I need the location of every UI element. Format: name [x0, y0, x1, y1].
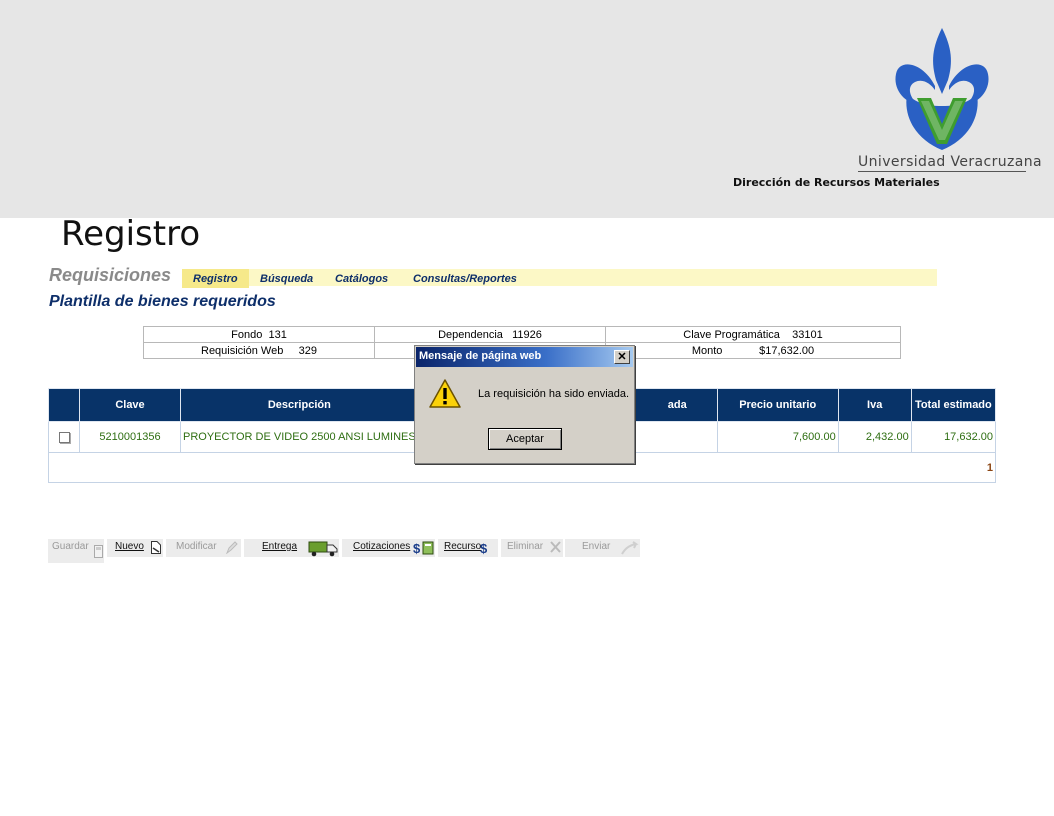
row-select-cell[interactable]: [48, 421, 80, 453]
clave-programatica-value: 33101: [792, 328, 823, 341]
dollar-calculator-icon: $: [413, 541, 434, 555]
dependencia-value: 11926: [512, 328, 542, 341]
entrega-label: Entrega: [262, 541, 298, 552]
fondo-value: 131: [268, 328, 287, 341]
total-cell: 17,632.00: [910, 421, 997, 453]
eliminar-button[interactable]: Eliminar: [501, 539, 563, 557]
department-name: Dirección de Recursos Materiales: [733, 176, 940, 189]
iva-cell: 2,432.00: [837, 421, 912, 453]
monto-label: Monto: [691, 344, 723, 357]
clave-cell: 5210001356: [79, 421, 181, 453]
guardar-button[interactable]: Guardar: [48, 539, 104, 563]
action-toolbar: Guardar Nuevo Modificar Entrega Cotizaci…: [48, 539, 648, 563]
tab-registro[interactable]: Registro: [182, 269, 249, 288]
svg-text:$: $: [413, 541, 421, 555]
eliminar-label: Eliminar: [507, 541, 544, 552]
page-title: Registro: [61, 214, 201, 254]
tab-consultas-reportes[interactable]: Consultas/Reportes: [413, 269, 517, 288]
section-title: Requisiciones: [49, 265, 172, 285]
recurso-button[interactable]: Recurso $: [438, 539, 498, 557]
modificar-button[interactable]: Modificar: [166, 539, 241, 557]
close-icon[interactable]: ✕: [614, 350, 630, 364]
entrega-button[interactable]: Entrega: [244, 539, 339, 557]
disk-icon: [94, 545, 103, 558]
clave-programatica-cell: Clave Programática 33101: [605, 326, 901, 343]
cotizaciones-label: Cotizaciones: [353, 541, 411, 552]
nuevo-label: Nuevo: [115, 541, 144, 552]
col-header-total-estimado: Total estimado: [910, 388, 997, 422]
dependencia-label: Dependencia: [438, 328, 503, 341]
subtitle: Plantilla de bienes requeridos: [49, 293, 276, 310]
col-header-clave: Clave: [79, 388, 181, 422]
precio-cell: 7,600.00: [716, 421, 839, 453]
col-header-precio-unitario: Precio unitario: [716, 388, 839, 422]
cotizaciones-button[interactable]: Cotizaciones $: [342, 539, 435, 557]
fondo-label: Fondo: [231, 328, 263, 341]
pencil-icon: [226, 541, 238, 554]
aceptar-button[interactable]: Aceptar: [488, 428, 562, 450]
requisicion-web-value: 329: [298, 344, 317, 357]
truck-icon: [308, 541, 338, 557]
x-icon: [550, 541, 561, 553]
tab-busqueda[interactable]: Búsqueda: [260, 269, 313, 288]
new-document-icon: [151, 541, 161, 554]
col-header-select: [48, 388, 80, 422]
col-header-descripcion: Descripción: [180, 388, 419, 422]
send-arrow-icon: [621, 541, 639, 555]
university-name: Universidad Veracruzana: [858, 154, 1042, 172]
fondo-cell: Fondo 131: [143, 326, 375, 343]
dollar-icon: $: [480, 541, 488, 555]
university-logo-icon: [895, 28, 989, 150]
descripcion-cell: PROYECTOR DE VIDEO 2500 ANSI LUMINES: [180, 421, 419, 453]
requisicion-web-label: Requisición Web: [201, 344, 284, 357]
guardar-label: Guardar: [52, 541, 89, 552]
row-checkbox[interactable]: [58, 431, 70, 443]
recurso-label: Recurso: [444, 541, 482, 552]
monto-value: $17,632.00: [759, 344, 815, 357]
modificar-label: Modificar: [176, 541, 217, 552]
dialog-message: La requisición ha sido enviada.: [478, 388, 630, 400]
requisicion-web-cell: Requisición Web 329: [143, 342, 375, 359]
tab-catalogos[interactable]: Catálogos: [335, 269, 388, 288]
clave-programatica-label: Clave Programática: [683, 328, 780, 341]
dialog-title-bar[interactable]: Mensaje de página web ✕: [416, 347, 633, 367]
svg-text:$: $: [480, 541, 488, 555]
enviar-button[interactable]: Enviar: [565, 539, 640, 557]
dialog-title: Mensaje de página web: [419, 350, 542, 362]
message-dialog: Mensaje de página web ✕ La requisición h…: [414, 345, 635, 464]
warning-icon: [429, 379, 461, 408]
nav-bar: Registro Búsqueda Catálogos Consultas/Re…: [182, 269, 937, 288]
dependencia-cell: Dependencia 11926: [374, 326, 606, 343]
col-header-iva: Iva: [837, 388, 912, 422]
enviar-label: Enviar: [582, 541, 611, 552]
nuevo-button[interactable]: Nuevo: [107, 539, 163, 557]
monto-cell: Monto $17,632.00: [605, 342, 901, 359]
